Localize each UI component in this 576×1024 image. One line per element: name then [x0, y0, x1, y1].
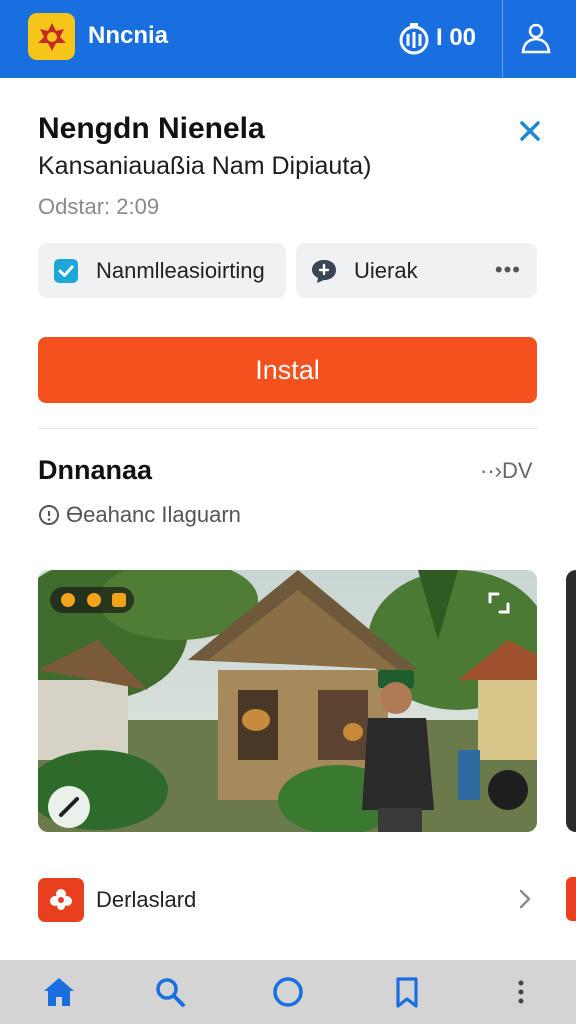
section-more-link[interactable]: ··›DV — [480, 458, 533, 484]
sheet-meta: Odstar: 2:09 — [38, 194, 160, 219]
search-icon[interactable] — [152, 974, 188, 1010]
sheet-title: Nengdn Nienela — [38, 112, 265, 145]
info-icon — [39, 505, 59, 525]
brush-icon[interactable] — [48, 786, 90, 828]
chip-verified[interactable]: Nanmlleasioirting — [38, 243, 286, 298]
divider — [38, 428, 537, 429]
chevron-right-icon — [519, 889, 531, 909]
expand-icon[interactable] — [486, 590, 512, 616]
section-title: Dnnanaa — [38, 455, 153, 485]
more-vertical-icon[interactable] — [503, 974, 539, 1010]
install-button[interactable]: Instal — [38, 337, 537, 403]
sheet-subtitle: Kansaniauaßia Nam Dipiauta) — [38, 152, 372, 180]
bookmark-icon[interactable] — [389, 974, 425, 1010]
chip-label: Uierak — [354, 257, 418, 283]
next-photo-thumbnail[interactable] — [566, 570, 576, 832]
close-icon[interactable] — [516, 117, 544, 145]
flower-icon — [38, 878, 84, 922]
list-item[interactable]: Derlaslard — [38, 877, 537, 923]
next-list-item[interactable] — [566, 877, 576, 921]
app-title: Nncnia — [88, 22, 169, 49]
emblem-icon[interactable] — [28, 13, 75, 60]
bottom-navigation — [0, 960, 576, 1024]
divider — [502, 0, 503, 78]
top-app-bar: Nncnia I 00 — [0, 0, 576, 78]
chip-comments[interactable]: Uierak ••• — [296, 243, 537, 298]
speech-bubble-icon — [312, 259, 336, 283]
home-icon[interactable] — [41, 974, 77, 1010]
check-square-icon — [54, 258, 78, 283]
timer-text: I 00 — [436, 24, 477, 51]
more-horizontal-icon[interactable]: ••• — [495, 257, 521, 283]
circle-icon[interactable] — [270, 974, 306, 1010]
list-item-label: Derlaslard — [96, 887, 197, 912]
person-icon[interactable] — [518, 20, 554, 56]
section-subtitle: Ɵeahanc Ilaguarn — [38, 502, 241, 528]
stopwatch-icon[interactable] — [397, 22, 431, 56]
section-subtitle-text: Ɵeahanc Ilaguarn — [66, 502, 241, 527]
sound-badge-icon[interactable] — [50, 587, 134, 613]
chip-label: Nanmlleasioirting — [96, 257, 265, 283]
